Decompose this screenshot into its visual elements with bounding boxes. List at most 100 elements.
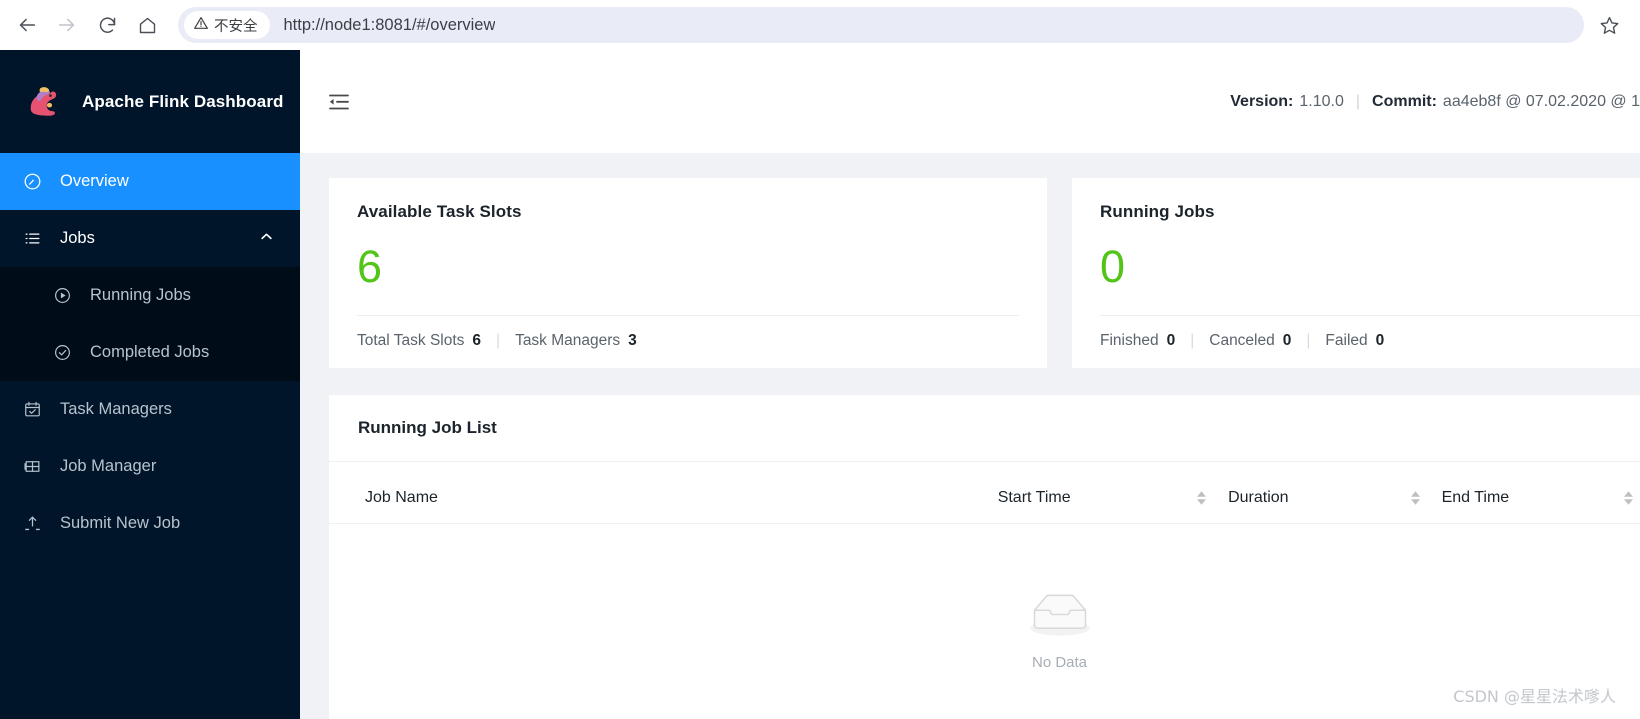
running-jobs-table: Job Name Start Time Duration End Time No… xyxy=(329,462,1640,719)
card-title: Running Jobs xyxy=(1100,202,1215,221)
table-empty-cell: No Data xyxy=(329,524,1640,719)
stat-label: Task Managers xyxy=(515,332,621,349)
stat-value: 6 xyxy=(472,332,482,349)
summary-cards: Available Task Slots 6 Total Task Slots … xyxy=(329,178,1640,368)
brand-header[interactable]: Apache Flink Dashboard xyxy=(0,50,300,153)
panel-title: Running Job List xyxy=(358,418,497,437)
menu-fold-icon[interactable] xyxy=(322,85,356,119)
sidebar-item-task-managers[interactable]: Task Managers xyxy=(0,381,300,438)
sidebar-item-completed-jobs[interactable]: Completed Jobs xyxy=(0,324,300,381)
column-header-start-time[interactable]: Start Time xyxy=(997,462,1229,524)
chevron-up-icon[interactable] xyxy=(259,229,274,249)
sidebar-item-overview[interactable]: Overview xyxy=(0,153,300,210)
sidebar-item-label: Jobs xyxy=(60,229,95,247)
sidebar-item-jobs[interactable]: Jobs xyxy=(0,210,300,267)
dashboard-icon xyxy=(22,172,42,192)
sort-arrows-icon[interactable] xyxy=(1197,491,1207,505)
stat-failed: Failed 0 xyxy=(1325,332,1384,350)
stat-finished: Finished 0 xyxy=(1100,332,1175,350)
grid-icon xyxy=(22,457,42,477)
column-header-end-time[interactable]: End Time xyxy=(1441,462,1640,524)
column-label: Start Time xyxy=(997,489,1071,506)
stat-value: 0 xyxy=(1375,332,1385,349)
sidebar-item-label: Completed Jobs xyxy=(90,343,210,361)
stat-label: Total Task Slots xyxy=(357,332,465,349)
version-value: 1.10.0 xyxy=(1299,92,1344,110)
sidebar: Apache Flink Dashboard Overview Jobs Run… xyxy=(0,50,300,719)
flink-squirrel-logo xyxy=(22,80,66,124)
security-status-chip[interactable]: 不安全 xyxy=(184,11,270,39)
home-icon[interactable] xyxy=(128,6,166,44)
available-task-slots-card: Available Task Slots 6 Total Task Slots … xyxy=(329,178,1047,368)
star-icon[interactable] xyxy=(1592,8,1626,42)
stat-value: 0 xyxy=(1166,332,1176,349)
stat-label: Canceled xyxy=(1209,332,1275,349)
version-separator: | xyxy=(1355,92,1361,110)
sidebar-item-job-manager[interactable]: Job Manager xyxy=(0,438,300,495)
forward-icon[interactable] xyxy=(48,6,86,44)
stat-value: 3 xyxy=(628,332,637,349)
column-label: End Time xyxy=(1441,489,1510,506)
sort-arrows-icon[interactable] xyxy=(1624,491,1634,505)
stat-total-task-slots: Total Task Slots 6 xyxy=(357,332,481,350)
stat-canceled: Canceled 0 xyxy=(1209,332,1291,350)
column-label: Job Name xyxy=(365,489,438,506)
stat-value: 0 xyxy=(1282,332,1292,349)
stat-separator: | xyxy=(1190,332,1195,349)
panel-header: Running Job List xyxy=(329,395,1640,462)
card-title: Available Task Slots xyxy=(357,202,522,221)
security-label: 不安全 xyxy=(214,18,258,35)
sidebar-menu: Overview Jobs Running Jobs Completed Job… xyxy=(0,153,300,552)
sidebar-item-submit-new-job[interactable]: Submit New Job xyxy=(0,495,300,552)
column-label: Duration xyxy=(1228,489,1289,506)
play-circle-icon xyxy=(52,286,72,306)
sidebar-item-label: Running Jobs xyxy=(90,286,191,304)
empty-state-text: No Data xyxy=(1031,653,1088,671)
watermark: CSDN @星星法术嗲人 xyxy=(1453,687,1616,706)
column-header-job-name[interactable]: Job Name xyxy=(329,462,998,524)
stat-separator: | xyxy=(496,332,501,349)
browser-toolbar: 不安全 http://node1:8081/#/overview xyxy=(0,0,1640,50)
list-icon xyxy=(22,229,42,249)
stat-separator: | xyxy=(1306,332,1311,349)
main-area: Version: 1.10.0 | Commit: aa4eb8f @ 07.0… xyxy=(300,50,1640,719)
content-area: Available Task Slots 6 Total Task Slots … xyxy=(300,153,1640,719)
running-jobs-card: Running Jobs 0 Finished 0 | Canceled 0 |… xyxy=(1072,178,1640,368)
upload-icon xyxy=(22,514,42,534)
app-shell: Apache Flink Dashboard Overview Jobs Run… xyxy=(0,50,1640,719)
calendar-check-icon xyxy=(22,400,42,420)
version-info: Version: 1.10.0 | Commit: aa4eb8f @ 07.0… xyxy=(1230,93,1640,111)
url-text: http://node1:8081/#/overview xyxy=(283,15,496,34)
address-bar[interactable]: 不安全 http://node1:8081/#/overview xyxy=(178,7,1584,43)
page-root: 不安全 http://node1:8081/#/overview Apache … xyxy=(0,0,1640,719)
stat-label: Failed xyxy=(1325,332,1368,349)
card-stats: Finished 0 | Canceled 0 | Failed 0 xyxy=(1100,316,1640,350)
empty-state: No Data xyxy=(329,524,1640,719)
commit-label: Commit: xyxy=(1372,92,1437,110)
sidebar-submenu-jobs: Running Jobs Completed Jobs xyxy=(0,267,300,381)
table-header-row: Job Name Start Time Duration End Time xyxy=(329,462,1640,524)
running-jobs-value: 0 xyxy=(1100,241,1126,292)
running-job-list-panel: Running Job List Job Name Start Time Dur… xyxy=(329,395,1640,719)
stat-label: Finished xyxy=(1100,332,1159,349)
top-header: Version: 1.10.0 | Commit: aa4eb8f @ 07.0… xyxy=(300,50,1640,153)
sidebar-item-label: Job Manager xyxy=(60,457,157,475)
brand-title: Apache Flink Dashboard xyxy=(82,91,284,111)
warning-triangle-icon xyxy=(193,15,209,36)
check-circle-icon xyxy=(52,343,72,363)
available-task-slots-value: 6 xyxy=(357,241,383,292)
sidebar-item-running-jobs[interactable]: Running Jobs xyxy=(0,267,300,324)
sort-arrows-icon[interactable] xyxy=(1410,491,1420,505)
empty-inbox-icon xyxy=(1026,590,1094,645)
version-label: Version: xyxy=(1230,92,1294,110)
sidebar-item-label: Overview xyxy=(60,172,129,190)
back-icon[interactable] xyxy=(8,6,46,44)
table-body: No Data xyxy=(329,524,1640,719)
card-stats: Total Task Slots 6 | Task Managers 3 xyxy=(357,316,1019,350)
column-header-duration[interactable]: Duration xyxy=(1228,462,1442,524)
table-empty-row: No Data xyxy=(329,524,1640,719)
reload-icon[interactable] xyxy=(88,6,126,44)
sidebar-item-label: Task Managers xyxy=(60,400,172,418)
commit-value: aa4eb8f @ 07.02.2020 @ 1 xyxy=(1442,92,1640,110)
stat-task-managers: Task Managers 3 xyxy=(515,332,637,350)
